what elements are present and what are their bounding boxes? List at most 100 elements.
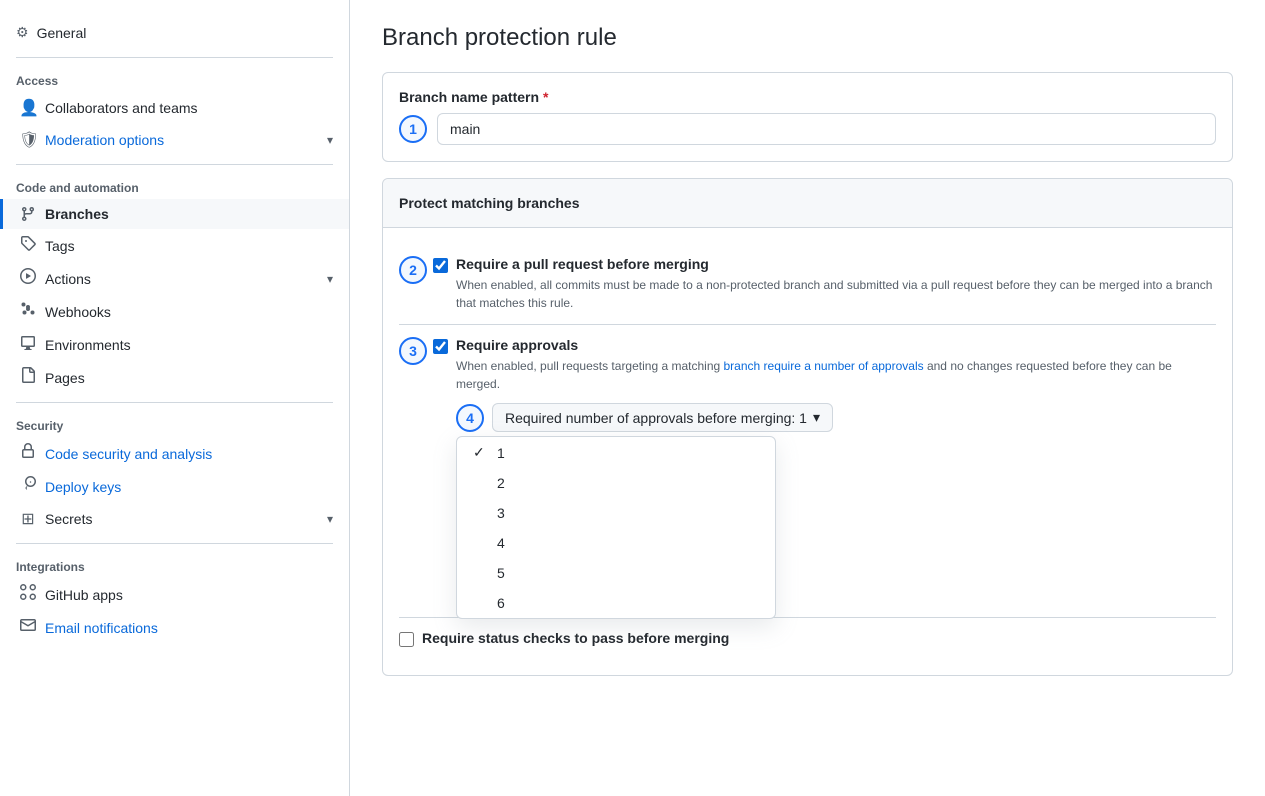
protect-card: Protect matching branches 2 Require a pu… [382, 178, 1233, 676]
branch-name-card-body: Branch name pattern * 1 [383, 73, 1232, 161]
sidebar-item-secrets-label: Secrets [45, 511, 319, 527]
sidebar-item-collaborators[interactable]: 👤 Collaborators and teams [0, 92, 349, 124]
sidebar-item-general[interactable]: ⚙ General [0, 16, 349, 49]
webhooks-icon [19, 301, 37, 322]
sidebar-item-tags[interactable]: Tags [0, 229, 349, 262]
annotation-3: 3 [399, 337, 427, 365]
sidebar-item-deploy-keys-label: Deploy keys [45, 479, 333, 495]
sidebar-item-moderation-label: Moderation options [45, 132, 319, 148]
matching-link[interactable]: branch require a number of approvals [724, 359, 924, 373]
gear-icon: ⚙ [16, 24, 29, 41]
sidebar-divider [16, 57, 333, 58]
sidebar-item-github-apps[interactable]: GitHub apps [0, 578, 349, 611]
dropdown-option-4[interactable]: 4 [457, 528, 775, 558]
approvals-dropdown-label: Required number of approvals before merg… [505, 410, 807, 426]
apps-icon [19, 584, 37, 605]
branches-icon [19, 205, 37, 223]
sidebar-item-collaborators-label: Collaborators and teams [45, 100, 333, 116]
branch-name-card: Branch name pattern * 1 [382, 72, 1233, 162]
require-approvals-title: Require approvals [456, 337, 1216, 353]
require-status-checkbox[interactable] [399, 632, 414, 647]
person-icon: 👤 [19, 98, 37, 118]
branch-name-label: Branch name pattern * [399, 89, 1216, 105]
sidebar-item-code-security-label: Code security and analysis [45, 446, 333, 462]
sidebar-item-tags-label: Tags [45, 238, 333, 254]
annotation-4: 4 [456, 404, 484, 432]
pages-icon [19, 367, 37, 388]
dropdown-chevron-icon: ▾ [813, 409, 820, 426]
sidebar-item-branches-label: Branches [45, 206, 333, 222]
require-approvals-checkbox[interactable] [433, 339, 448, 354]
dropdown-option-6[interactable]: 6 [457, 588, 775, 618]
secrets-icon: ⊞ [19, 509, 37, 529]
require-approvals-desc: When enabled, pull requests targeting a … [456, 357, 1216, 393]
chevron-down-icon-secrets: ▾ [327, 512, 333, 526]
protect-card-header: Protect matching branches [383, 179, 1232, 228]
sidebar-item-pages-label: Pages [45, 370, 333, 386]
sidebar-item-actions-label: Actions [45, 271, 319, 287]
dropdown-option-1[interactable]: ✓ 1 [457, 437, 775, 468]
sidebar-section-code: Code and automation [0, 173, 349, 199]
lock-icon [19, 443, 37, 464]
sidebar-item-secrets[interactable]: ⊞ Secrets ▾ [0, 503, 349, 535]
require-status-check-row: Require status checks to pass before mer… [399, 618, 1216, 659]
approvals-dropdown-menu: ✓ 1 2 3 [456, 436, 776, 619]
require-approvals-row: 3 Require approvals When enabled, pull r… [399, 325, 1216, 618]
shield-icon: 🛡 [19, 130, 37, 150]
sidebar-divider-2 [16, 164, 333, 165]
annotation-1: 1 [399, 115, 427, 143]
annotation-2: 2 [399, 256, 427, 284]
page-title: Branch protection rule [382, 24, 1233, 52]
sidebar-divider-4 [16, 543, 333, 544]
dropdown-option-6-label: 6 [497, 595, 759, 611]
sidebar-item-pages[interactable]: Pages [0, 361, 349, 394]
require-pr-checkbox[interactable] [433, 258, 448, 273]
main-content: Branch protection rule Branch name patte… [350, 0, 1265, 796]
require-pr-title: Require a pull request before merging [456, 256, 1216, 272]
sidebar-item-webhooks-label: Webhooks [45, 304, 333, 320]
branch-input-row: 1 [399, 113, 1216, 145]
protect-card-body: 2 Require a pull request before merging … [383, 228, 1232, 675]
sidebar-item-general-label: General [37, 25, 87, 41]
sidebar-item-email-notifications[interactable]: Email notifications [0, 611, 349, 644]
sidebar-item-code-security[interactable]: Code security and analysis [0, 437, 349, 470]
actions-icon [19, 268, 37, 289]
require-pr-desc: When enabled, all commits must be made t… [456, 276, 1216, 312]
sidebar-item-environments[interactable]: Environments [0, 328, 349, 361]
dropdown-option-1-label: 1 [497, 445, 759, 461]
sidebar-item-branches[interactable]: Branches [0, 199, 349, 229]
dropdown-option-3-label: 3 [497, 505, 759, 521]
sidebar-item-email-notifications-label: Email notifications [45, 620, 333, 636]
chevron-down-icon: ▾ [327, 133, 333, 147]
sidebar-item-deploy-keys[interactable]: Deploy keys [0, 470, 349, 503]
sidebar-item-actions[interactable]: Actions ▾ [0, 262, 349, 295]
environments-icon [19, 334, 37, 355]
dropdown-option-3[interactable]: 3 [457, 498, 775, 528]
sidebar: ⚙ General Access 👤 Collaborators and tea… [0, 0, 350, 796]
approvals-dropdown-button[interactable]: Required number of approvals before merg… [492, 403, 833, 432]
sidebar-item-moderation[interactable]: 🛡 Moderation options ▾ [0, 124, 349, 156]
dropdown-option-5-label: 5 [497, 565, 759, 581]
sidebar-divider-3 [16, 402, 333, 403]
email-icon [19, 617, 37, 638]
checkmark-icon: ✓ [473, 444, 489, 461]
require-pr-row: 2 Require a pull request before merging … [399, 244, 1216, 325]
sidebar-item-webhooks[interactable]: Webhooks [0, 295, 349, 328]
branch-name-input[interactable] [437, 113, 1216, 145]
approvals-dropdown-container: 4 Required number of approvals before me… [456, 403, 1216, 432]
sidebar-section-access: Access [0, 66, 349, 92]
sidebar-item-github-apps-label: GitHub apps [45, 587, 333, 603]
sidebar-section-security: Security [0, 411, 349, 437]
dropdown-option-2-label: 2 [497, 475, 759, 491]
sidebar-section-integrations: Integrations [0, 552, 349, 578]
require-status-label: Require status checks to pass before mer… [422, 630, 729, 646]
key-icon [19, 476, 37, 497]
chevron-down-icon-actions: ▾ [327, 272, 333, 286]
tag-icon [19, 235, 37, 256]
required-star: * [543, 89, 548, 105]
sidebar-item-environments-label: Environments [45, 337, 333, 353]
require-approvals-content: Require approvals When enabled, pull req… [456, 337, 1216, 605]
dropdown-option-2[interactable]: 2 [457, 468, 775, 498]
dropdown-option-5[interactable]: 5 [457, 558, 775, 588]
dropdown-option-4-label: 4 [497, 535, 759, 551]
